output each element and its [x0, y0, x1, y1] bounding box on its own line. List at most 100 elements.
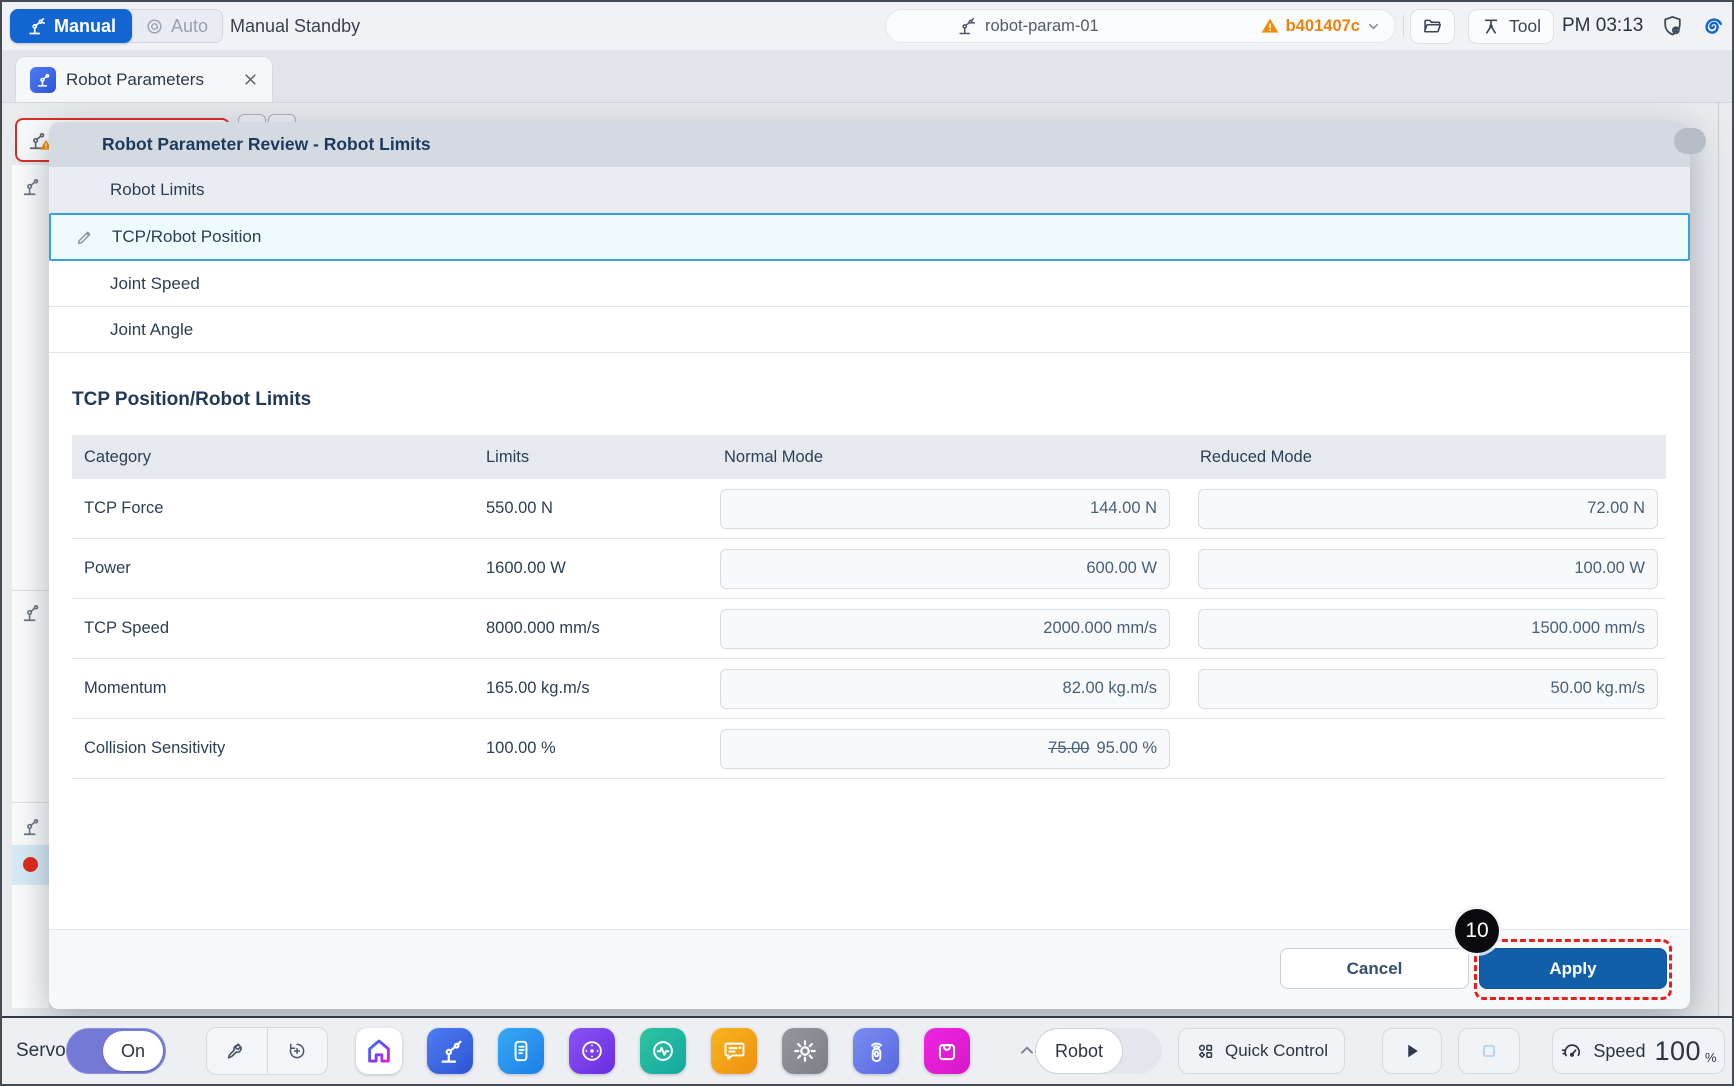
table-row: TCP Force 550.00 N 144.00 N 72.00 N — [72, 479, 1666, 539]
servo-toggle[interactable]: On — [66, 1028, 166, 1074]
store-app-icon[interactable] — [924, 1028, 970, 1074]
speed-value: 100 — [1654, 1036, 1701, 1067]
wrench-icon — [226, 1040, 248, 1062]
col-header-limits: Limits — [474, 448, 712, 467]
play-button[interactable] — [1382, 1028, 1442, 1074]
table-row: Collision Sensitivity 100.00 % 75.00 95.… — [72, 719, 1666, 779]
dialog-title: Robot Parameter Review - Robot Limits — [49, 122, 1690, 167]
play-icon — [1402, 1041, 1422, 1061]
menu-item-joint-speed[interactable]: Joint Speed — [49, 261, 1690, 307]
update-pose-button[interactable] — [268, 1028, 328, 1074]
normal-mode-input[interactable]: 144.00 N — [720, 489, 1170, 529]
background-left-panel — [12, 165, 49, 1008]
col-header-reduced-mode: Reduced Mode — [1188, 448, 1666, 467]
folder-icon — [1422, 16, 1443, 37]
robot-parameters-tab-icon — [30, 67, 56, 93]
menu-label: Joint Speed — [110, 274, 200, 294]
tool-gripper-icon — [1481, 17, 1501, 37]
normal-mode-input[interactable]: 75.00 95.00 % — [720, 729, 1170, 769]
jog-pad-app-icon[interactable] — [569, 1028, 615, 1074]
table-row: Power 1600.00 W 600.00 W 100.00 W — [72, 539, 1666, 599]
spiral-sync-icon[interactable] — [1700, 14, 1725, 39]
robot-selector[interactable]: robot-param-01 b401407c — [885, 9, 1396, 43]
category-cell: Power — [72, 559, 474, 578]
menu-label: Joint Angle — [110, 320, 193, 340]
tab-title: Robot Parameters — [66, 70, 204, 90]
tab-robot-parameters[interactable]: Robot Parameters — [15, 56, 273, 102]
speedometer-icon — [1560, 1039, 1584, 1063]
auto-mode-icon — [145, 17, 164, 36]
alarm-badge[interactable]: b401407c — [1260, 16, 1381, 36]
normal-mode-input[interactable]: 600.00 W — [720, 549, 1170, 589]
robot-arm-icon — [20, 175, 42, 197]
robot-space-label: Robot — [1035, 1028, 1123, 1074]
reduced-mode-input[interactable]: 72.00 N — [1198, 489, 1658, 529]
stop-button[interactable] — [1458, 1028, 1520, 1074]
speed-control[interactable]: Speed 100 % — [1552, 1028, 1725, 1074]
menu-item-robot-limits[interactable]: Robot Limits — [49, 167, 1690, 213]
menu-label: Robot Limits — [110, 180, 204, 200]
quick-control-icon — [1195, 1041, 1216, 1062]
robot-app-icon[interactable] — [427, 1028, 473, 1074]
clock: PM 03:13 — [1562, 2, 1643, 50]
teach-pendant-app-icon[interactable] — [498, 1028, 544, 1074]
limit-cell: 165.00 kg.m/s — [474, 679, 712, 698]
background-toggle-knob — [1674, 128, 1706, 154]
alarm-code: b401407c — [1286, 17, 1360, 36]
auto-mode-button[interactable]: Auto — [126, 9, 223, 43]
new-value: 95.00 % — [1096, 739, 1157, 758]
auto-mode-label: Auto — [171, 16, 208, 37]
sync-plus-icon — [286, 1040, 308, 1062]
speed-unit: % — [1705, 1050, 1717, 1065]
robot-status-text: Manual Standby — [230, 2, 360, 50]
monitoring-app-icon[interactable] — [640, 1028, 686, 1074]
app-dock — [356, 1028, 1037, 1074]
servo-toggle-state: On — [103, 1031, 163, 1071]
safety-shield-icon[interactable] — [1660, 14, 1685, 39]
background-panel-edge — [1718, 102, 1719, 1020]
settings-wrench-button[interactable] — [207, 1028, 267, 1074]
robot-arm-icon — [20, 815, 42, 837]
robot-arm-icon — [20, 601, 42, 623]
robot-space-toggle[interactable]: Robot — [1035, 1028, 1162, 1074]
menu-item-joint-angle[interactable]: Joint Angle — [49, 307, 1690, 353]
robot-arm-icon — [26, 16, 46, 36]
speed-label: Speed — [1593, 1041, 1645, 1062]
tab-bar: Robot Parameters — [2, 50, 1732, 103]
category-cell: Momentum — [72, 679, 474, 698]
apply-button[interactable]: Apply — [1479, 948, 1667, 989]
normal-mode-input[interactable]: 82.00 kg.m/s — [720, 669, 1170, 709]
pencil-edit-icon — [75, 228, 94, 247]
tool-button[interactable]: Tool — [1468, 9, 1554, 44]
menu-item-tcp-robot-position[interactable]: TCP/Robot Position — [49, 213, 1690, 261]
messages-app-icon[interactable] — [711, 1028, 757, 1074]
file-open-button[interactable] — [1410, 9, 1455, 44]
settings-app-icon[interactable] — [782, 1028, 828, 1074]
dock-collapse-chevron[interactable] — [1017, 1041, 1037, 1061]
section-title: TCP Position/Robot Limits — [72, 389, 1690, 411]
category-cell: TCP Speed — [72, 619, 474, 638]
limit-cell: 8000.000 mm/s — [474, 619, 712, 638]
reduced-mode-input[interactable]: 50.00 kg.m/s — [1198, 669, 1658, 709]
remote-control-app-icon[interactable] — [853, 1028, 899, 1074]
reduced-mode-input[interactable]: 100.00 W — [1198, 549, 1658, 589]
manual-mode-label: Manual — [54, 16, 116, 37]
col-header-category: Category — [72, 448, 474, 467]
reduced-mode-input[interactable]: 1500.000 mm/s — [1198, 609, 1658, 649]
stop-icon — [1478, 1040, 1500, 1062]
category-cell: Collision Sensitivity — [72, 739, 474, 758]
table-header-row: Category Limits Normal Mode Reduced Mode — [72, 435, 1666, 479]
chevron-down-icon — [1366, 19, 1381, 34]
home-app-icon[interactable] — [356, 1028, 402, 1074]
topbar-separator — [1403, 15, 1404, 37]
warning-icon — [1260, 16, 1280, 36]
quick-control-label: Quick Control — [1225, 1041, 1328, 1061]
mode-switch: Manual Auto — [10, 9, 223, 43]
robot-arm-icon — [956, 16, 976, 36]
dialog-footer: Cancel Apply — [49, 929, 1690, 1009]
quick-control-button[interactable]: Quick Control — [1178, 1028, 1345, 1074]
tab-close-icon[interactable] — [243, 72, 258, 87]
manual-mode-button[interactable]: Manual — [10, 9, 132, 43]
cancel-button[interactable]: Cancel — [1280, 948, 1469, 989]
normal-mode-input[interactable]: 2000.000 mm/s — [720, 609, 1170, 649]
